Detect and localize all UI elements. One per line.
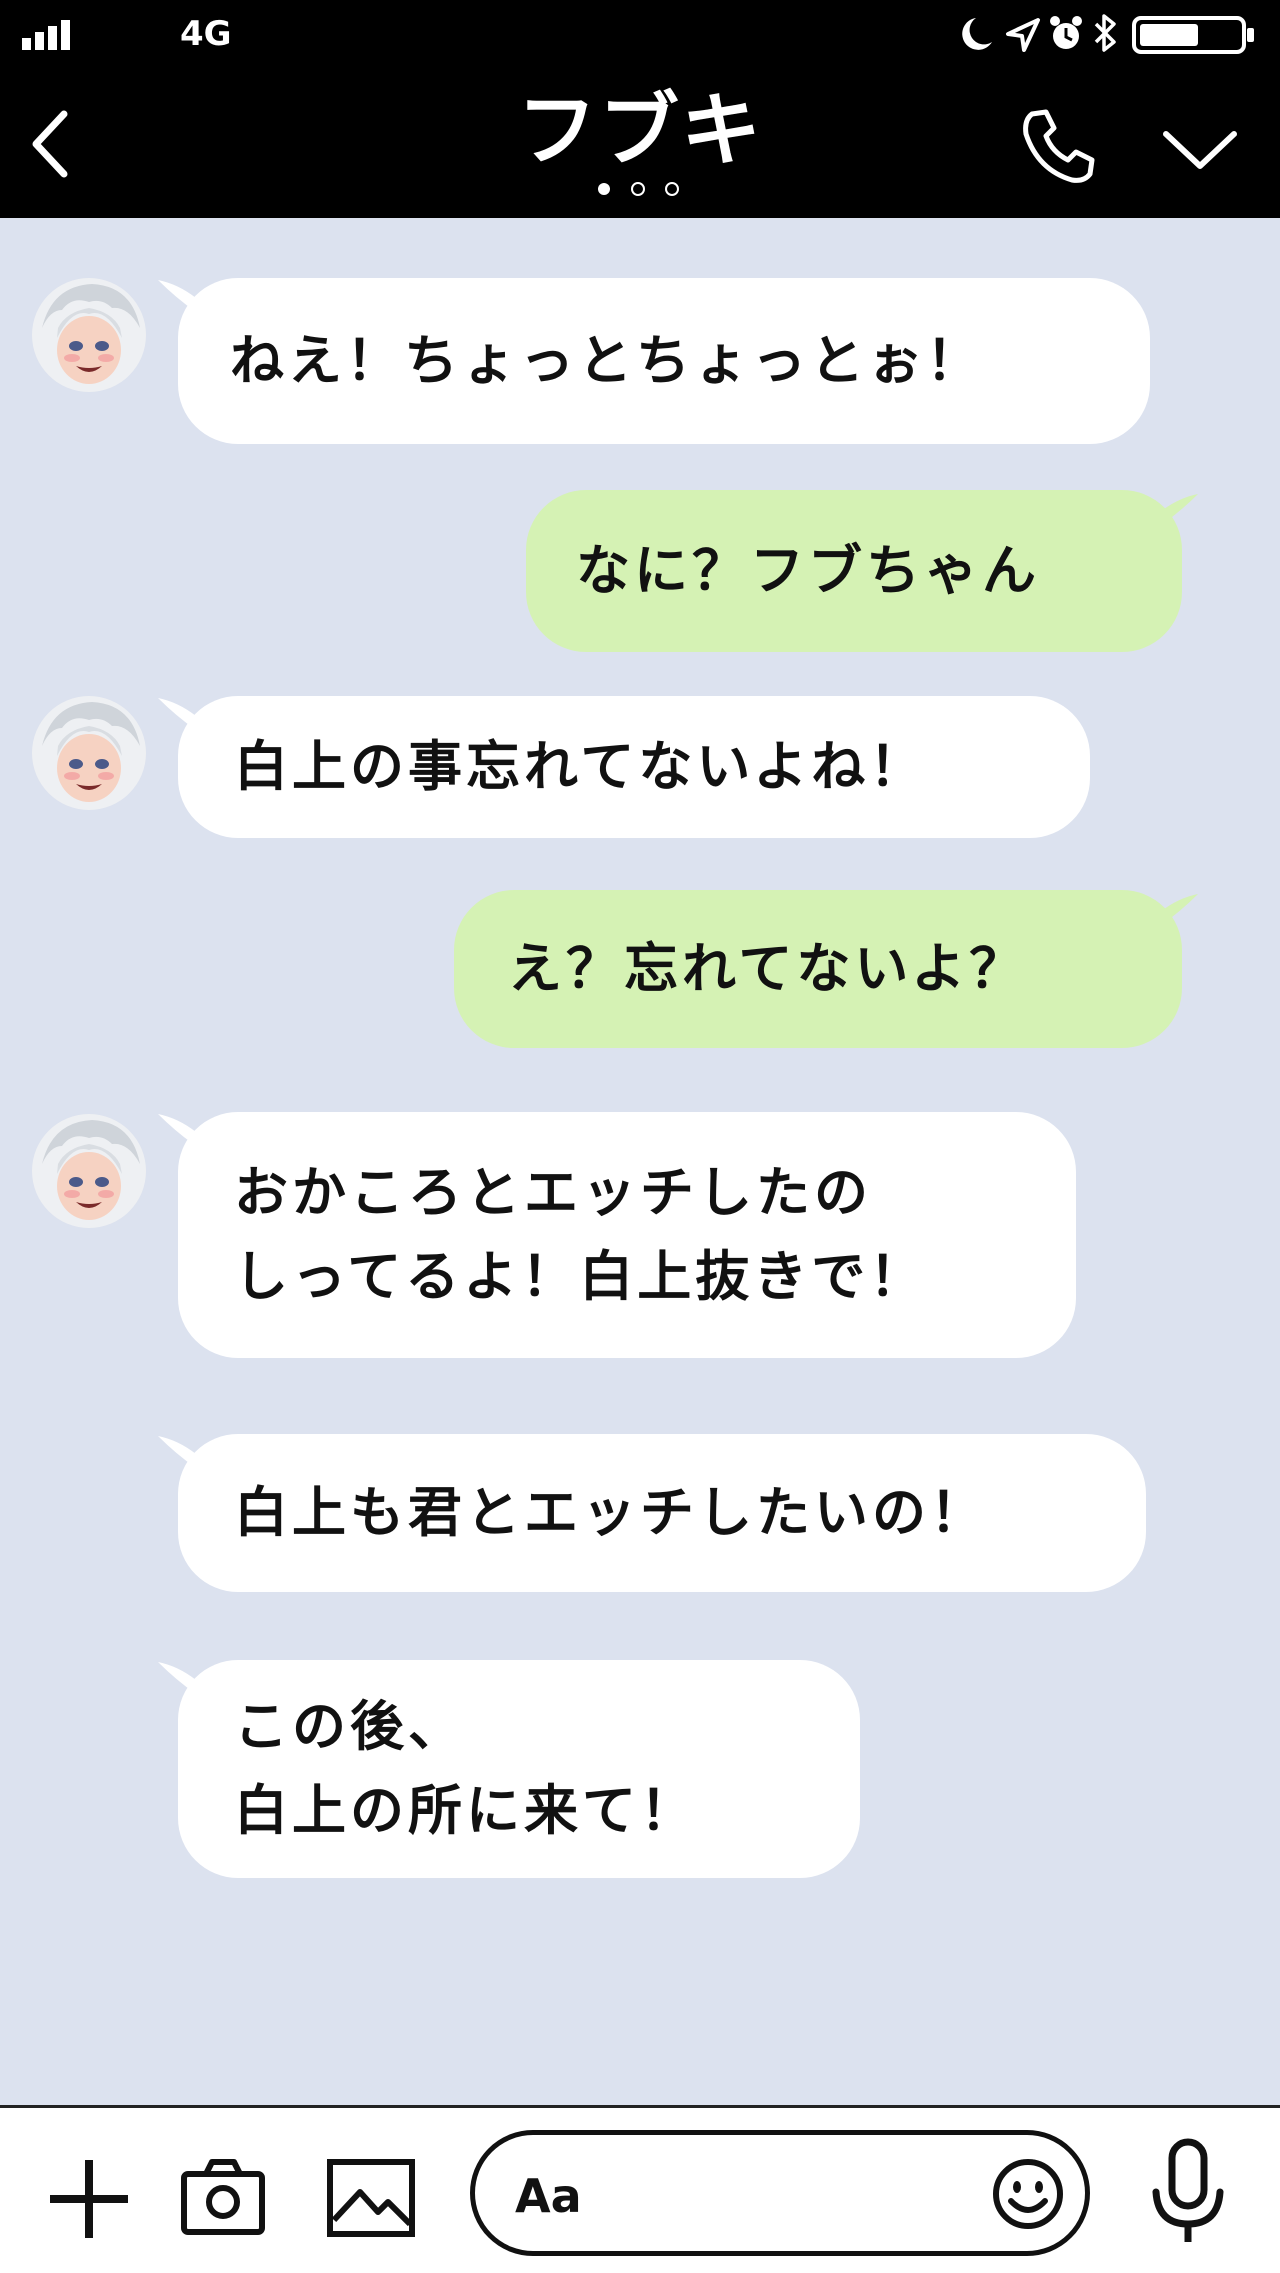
avatar[interactable] [32, 696, 146, 810]
message-text: 白上も君とエッチしたいの！ [234, 1481, 988, 1544]
battery-icon [1132, 16, 1254, 54]
microphone-icon [1152, 2138, 1224, 2242]
avatar[interactable] [32, 278, 146, 392]
avatar[interactable] [32, 1114, 146, 1228]
chevron-down-icon [1163, 131, 1237, 169]
message-input-box[interactable] [470, 2130, 1090, 2256]
message-text: ねえ！ちょっとちょっとぉ！ [230, 329, 984, 392]
alarm-icon [1050, 16, 1082, 49]
message-bubble-incoming[interactable]: 白上の事忘れてないよね！ [178, 696, 1090, 838]
message-bubble-outgoing[interactable]: なに？フブちゃん [526, 490, 1182, 652]
location-icon [1006, 18, 1040, 52]
moon-icon [962, 18, 992, 50]
message-bubble-incoming[interactable]: この後、 白上の所に来て！ [178, 1660, 860, 1878]
image-icon [327, 2159, 415, 2237]
message-text: おかころとエッチしたの しってるよ！白上抜きで！ [234, 1161, 928, 1308]
status-icons [962, 14, 1254, 54]
camera-button[interactable] [180, 2154, 266, 2240]
message-text: 白上の事忘れてないよね！ [234, 735, 928, 798]
page-indicator [598, 182, 679, 196]
message-input[interactable] [515, 2161, 995, 2231]
camera-icon [181, 2159, 265, 2235]
emoji-button[interactable] [991, 2157, 1065, 2231]
message-text: なに？フブちゃん [576, 539, 1040, 602]
message-bubble-outgoing[interactable]: え？忘れてないよ？ [454, 890, 1182, 1048]
signal-strength-icon [22, 20, 70, 50]
phone-icon [1023, 109, 1095, 183]
message-text: え？忘れてないよ？ [508, 937, 1028, 1000]
menu-button[interactable] [1160, 124, 1240, 174]
plus-button[interactable] [46, 2156, 132, 2242]
network-type: 4G [180, 14, 232, 54]
message-bubble-incoming[interactable]: 白上も君とエッチしたいの！ [178, 1434, 1146, 1592]
call-button[interactable] [1018, 106, 1098, 186]
image-button[interactable] [326, 2158, 416, 2238]
plus-icon [50, 2160, 128, 2238]
chat-header: 4G フブキ [0, 0, 1280, 218]
chat-area[interactable]: ねえ！ちょっとちょっとぉ！ なに？フブちゃん 白上の事忘れてないよね！ え？忘れ… [0, 218, 1280, 2105]
bubble-tail [1160, 494, 1198, 526]
status-bar: 4G [0, 0, 1280, 70]
bubble-tail [1160, 894, 1198, 926]
smiley-icon [993, 2159, 1063, 2229]
bluetooth-icon [1094, 14, 1116, 52]
message-composer [0, 2105, 1280, 2273]
message-bubble-incoming[interactable]: おかころとエッチしたの しってるよ！白上抜きで！ [178, 1112, 1076, 1358]
message-bubble-incoming[interactable]: ねえ！ちょっとちょっとぉ！ [178, 278, 1150, 444]
microphone-button[interactable] [1148, 2138, 1228, 2248]
message-text: この後、 白上の所に来て！ [234, 1695, 698, 1842]
